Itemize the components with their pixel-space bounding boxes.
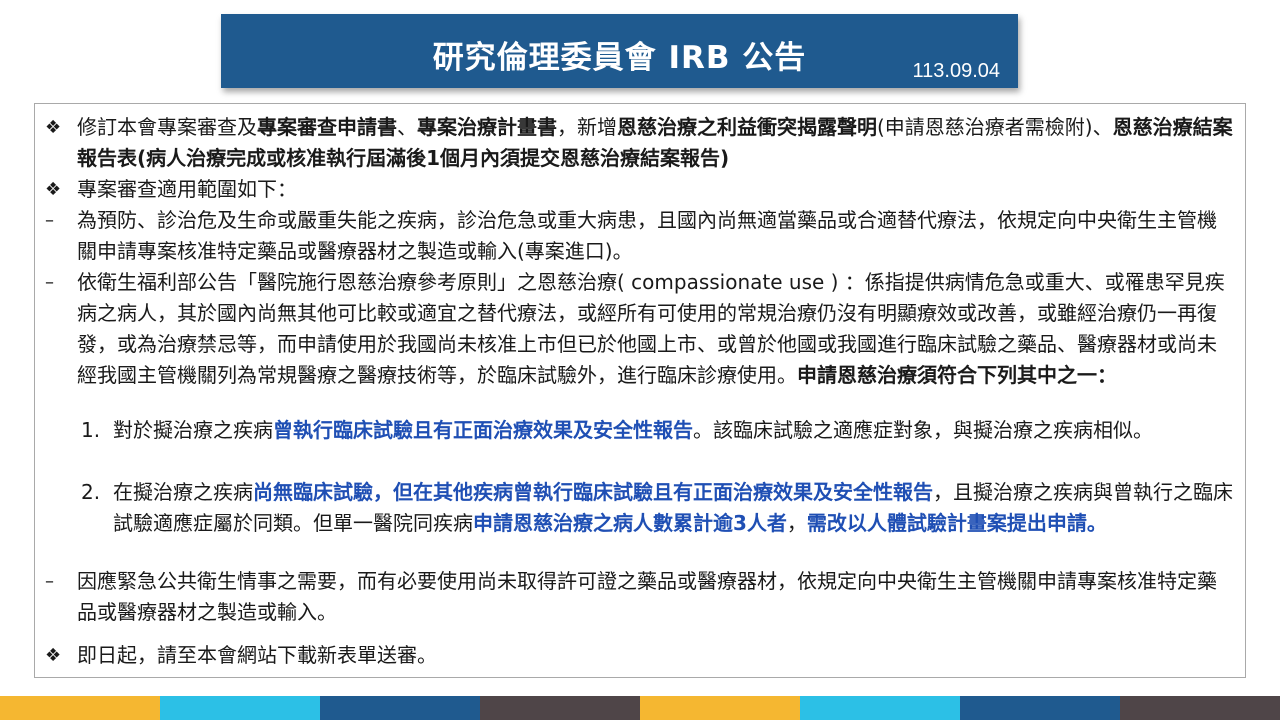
number-marker: 1.	[81, 418, 101, 442]
sub-item-1: 1. 對於擬治療之疾病曾執行臨床試驗且有正面治療效果及安全性報告。該臨床試驗之適…	[81, 415, 1235, 446]
list-item-compassionate-use: – 依衛生福利部公告「醫院施行恩慈治療參考原則」之恩慈治療( compassio…	[45, 267, 1235, 391]
footer-stripe	[960, 696, 1120, 720]
footer-stripe	[800, 696, 960, 720]
footer-stripe	[480, 696, 640, 720]
footer-stripe	[160, 696, 320, 720]
number-marker: 2.	[81, 480, 101, 504]
footer-stripe	[320, 696, 480, 720]
list-item-scope: ❖ 專案審查適用範圍如下：	[45, 174, 1235, 205]
footer-stripe	[0, 696, 160, 720]
list-item-emergency: – 因應緊急公共衛生情事之需要，而有必要使用尚未取得許可證之藥品或醫療器材，依規…	[45, 566, 1235, 628]
dash-bullet: –	[45, 571, 54, 592]
list-item-download-forms: ❖ 即日起，請至本會網站下載新表單送審。	[45, 640, 1235, 671]
item-text: 專案審查適用範圍如下：	[77, 177, 297, 201]
announcement-content: ❖ 修訂本會專案審查及專案審查申請書、專案治療計畫書，新增恩慈治療之利益衝突揭露…	[34, 103, 1246, 678]
item-text: 修訂本會專案審查及專案審查申請書、專案治療計畫書，新增恩慈治療之利益衝突揭露聲明…	[77, 115, 1233, 170]
item-text: 即日起，請至本會網站下載新表單送審。	[77, 643, 437, 667]
footer-color-stripes	[0, 696, 1280, 720]
item-text: 因應緊急公共衛生情事之需要，而有必要使用尚未取得許可證之藥品或醫療器材，依規定向…	[77, 569, 1217, 624]
dash-bullet: –	[45, 210, 54, 231]
footer-stripe	[1120, 696, 1280, 720]
item-text: 依衛生福利部公告「醫院施行恩慈治療參考原則」之恩慈治療( compassiona…	[77, 270, 1225, 387]
list-item-prevention: – 為預防、診治危及生命或嚴重失能之疾病，診治危急或重大病患，且國內尚無適當藥品…	[45, 205, 1235, 267]
sub-item-text: 對於擬治療之疾病曾執行臨床試驗且有正面治療效果及安全性報告。該臨床試驗之適應症對…	[113, 418, 1153, 442]
item-text: 為預防、診治危及生命或嚴重失能之疾病，診治危急或重大病患，且國內尚無適當藥品或合…	[77, 208, 1217, 263]
title-banner: 研究倫理委員會 IRB 公告 113.09.04	[221, 14, 1018, 88]
announcement-date: 113.09.04	[912, 60, 1001, 82]
footer-stripe	[640, 696, 800, 720]
dash-bullet: –	[45, 272, 54, 293]
sub-item-text: 在擬治療之疾病尚無臨床試驗，但在其他疾病曾執行臨床試驗且有正面治療效果及安全性報…	[113, 480, 1233, 535]
diamond-bullet-icon: ❖	[45, 179, 62, 200]
diamond-bullet-icon: ❖	[45, 117, 62, 138]
diamond-bullet-icon: ❖	[45, 645, 62, 666]
list-item-revision: ❖ 修訂本會專案審查及專案審查申請書、專案治療計畫書，新增恩慈治療之利益衝突揭露…	[45, 112, 1235, 174]
page-title: 研究倫理委員會 IRB 公告	[432, 40, 807, 76]
sub-item-2: 2. 在擬治療之疾病尚無臨床試驗，但在其他疾病曾執行臨床試驗且有正面治療效果及安…	[81, 477, 1235, 539]
